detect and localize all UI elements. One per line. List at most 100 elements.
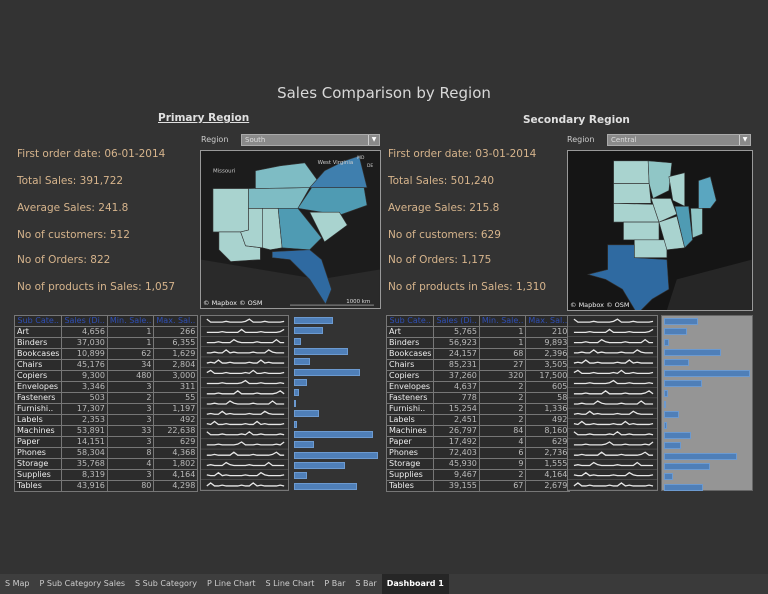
bar[interactable] [294,472,307,480]
primary-map[interactable]: Missouri West Virginia MD DE 1000 km © M… [200,150,381,309]
bar[interactable] [664,483,703,491]
sales-cell: 2,451 [433,414,480,426]
bar[interactable] [294,441,315,449]
bar[interactable] [294,348,348,356]
sparkline [573,400,654,405]
max-sales-cell: 55 [153,392,199,404]
bar[interactable] [664,421,667,429]
min-sales-cell: 3 [106,436,155,448]
tab-p-bar[interactable]: P Bar [319,574,351,594]
bar[interactable] [294,317,334,324]
sales-cell: 10,899 [61,348,108,360]
bar[interactable] [664,431,691,439]
tab-dashboard-1[interactable]: Dashboard 1 [381,574,449,594]
min-sales-cell: 3 [106,469,155,481]
column-header[interactable]: Min. Sale.. [478,315,527,327]
map-label-de: DE [367,163,373,169]
subcategory-cell: Envelopes [385,381,435,393]
sparkline [573,318,654,323]
bar[interactable] [294,482,357,490]
bar[interactable] [664,400,666,408]
column-header[interactable]: Sales (Di.. [61,315,108,327]
chevron-down-icon[interactable]: ▼ [739,135,750,145]
bar[interactable] [664,369,750,377]
bar[interactable] [664,338,670,346]
tab-s-bar[interactable]: S Bar [350,574,382,594]
column-header[interactable]: Max. Sal.. [525,315,571,327]
sparkline [206,390,285,395]
column-header[interactable]: Sub Cate.. [385,315,435,327]
table-row: Bookcases 10,899 62 1,629 [13,348,199,360]
primary-region-dropdown[interactable]: South ▼ [241,134,380,146]
max-sales-cell: 605 [525,381,571,393]
bar[interactable] [294,358,310,366]
bar[interactable] [664,411,679,419]
bar[interactable] [294,461,346,469]
sparkline [206,430,285,436]
stat-line: First order date: 03-01-2014 [388,148,537,160]
min-sales-cell: 34 [106,359,155,371]
subcategory-cell: Bookcases [13,348,63,360]
bar[interactable] [664,318,698,325]
bar[interactable] [664,349,721,357]
column-header[interactable]: Sub Cate.. [13,315,63,327]
min-sales-cell: 1 [106,326,155,338]
bar[interactable] [294,327,323,335]
bar[interactable] [294,410,320,418]
sales-cell: 45,176 [61,359,108,371]
table-row: Copiers 9,300 480 3,000 [13,370,199,382]
bar[interactable] [294,337,301,345]
min-sales-cell: 4 [478,436,527,448]
tab-p-line-chart[interactable]: P Line Chart [201,574,261,594]
bar[interactable] [664,380,702,388]
sales-cell: 9,300 [61,370,108,382]
tab-s-sub-category[interactable]: S Sub Category [130,574,202,594]
bar[interactable] [664,390,669,398]
bar[interactable] [294,451,378,459]
bar[interactable] [294,430,373,438]
table-row: Paper 14,151 3 629 [13,436,199,448]
bar[interactable] [664,328,688,336]
column-header[interactable]: Sales (Di.. [433,315,480,327]
sales-cell: 26,797 [433,425,480,437]
secondary-map[interactable]: © Mapbox © OSM [567,150,753,311]
secondary-map-svg [568,151,752,310]
max-sales-cell: 22,638 [153,425,199,437]
max-sales-cell: 492 [153,414,199,426]
subcategory-cell: Tables [13,480,63,492]
bar[interactable] [664,442,682,450]
sales-cell: 4,656 [61,326,108,338]
subcategory-cell: Furnishi.. [13,403,63,415]
min-sales-cell: 9 [478,458,527,470]
bar[interactable] [294,420,298,428]
sparkline [573,430,654,436]
column-header[interactable]: Min. Sale.. [106,315,155,327]
secondary-region-dropdown[interactable]: Central ▼ [607,134,751,146]
bar[interactable] [294,379,308,387]
bar[interactable] [664,452,738,460]
bar[interactable] [664,462,711,470]
sparkline [206,359,285,364]
chevron-down-icon[interactable]: ▼ [368,135,379,145]
sales-cell: 72,403 [433,447,480,459]
bar[interactable] [664,359,689,367]
bar[interactable] [294,368,360,376]
bar[interactable] [294,399,296,407]
max-sales-cell: 266 [153,326,199,338]
tab-p-sub-category-sales[interactable]: P Sub Category Sales [34,574,131,594]
tab-s-map[interactable]: S Map [0,574,35,594]
bar[interactable] [294,389,300,397]
table-row: Copiers 37,260 320 17,500 [385,370,571,382]
sparkline [206,328,285,334]
stat-line: No of customers: 512 [17,229,130,241]
column-header[interactable]: Max. Sal.. [153,315,199,327]
subcategory-cell: Art [385,326,435,338]
tab-s-line-chart[interactable]: S Line Chart [260,574,320,594]
min-sales-cell: 480 [106,370,155,382]
sales-cell: 35,768 [61,458,108,470]
sparkline [206,338,285,344]
table-row: Envelopes 4,637 2 605 [385,381,571,393]
sparkline [573,338,654,344]
bar[interactable] [664,473,673,481]
map-label-west-virginia: West Virginia [318,160,354,166]
